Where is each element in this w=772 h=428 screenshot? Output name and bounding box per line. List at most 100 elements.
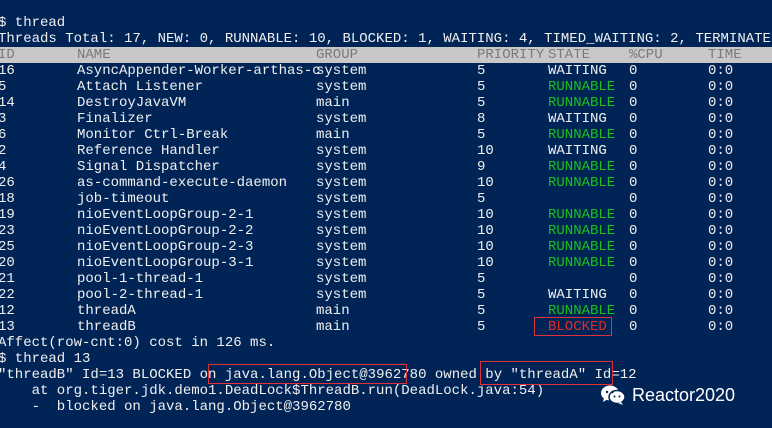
table-row: 4 Signal Dispatcher system 9 RUNNABLE 0 0:0 [0, 159, 772, 175]
row-group: system [316, 63, 367, 79]
row-cpu: 0 [629, 111, 638, 127]
row-time: 0:0 [708, 207, 734, 223]
row-state: WAITING [548, 111, 607, 127]
row-id: 19 [0, 207, 15, 223]
row-priority: 5 [477, 63, 486, 79]
row-cpu: 0 [629, 95, 638, 111]
detail-prefix: "threadB" Id=13 BLOCKED on [0, 367, 225, 383]
row-priority: 10 [477, 223, 494, 239]
row-group: main [316, 303, 350, 319]
watermark: Reactor2020 [600, 384, 735, 406]
row-group: system [316, 191, 367, 207]
row-time: 0:0 [708, 303, 734, 319]
row-priority: 5 [477, 271, 486, 287]
row-cpu: 0 [629, 207, 638, 223]
row-state: RUNNABLE [548, 127, 616, 143]
row-group: system [316, 111, 367, 127]
row-state: RUNNABLE [548, 255, 616, 271]
blocked-on-line: - blocked on java.lang.Object@3962780 [0, 399, 351, 415]
threads-summary: Threads Total: 17, NEW: 0, RUNNABLE: 10,… [0, 31, 772, 47]
row-group: system [316, 159, 367, 175]
table-row: 20 nioEventLoopGroup-3-1 system 10 RUNNABLE 0… [0, 255, 772, 271]
row-state: RUNNABLE [548, 223, 616, 239]
row-time: 0:0 [708, 79, 734, 95]
row-group: system [316, 287, 367, 303]
row-id: 26 [0, 175, 15, 191]
table-row: 2 Reference Handler system 10 WAITING 0 0:0 [0, 143, 772, 159]
row-name: Attach Listener [77, 79, 204, 95]
row-group: system [316, 207, 367, 223]
row-priority: 5 [477, 95, 486, 111]
row-id: 2 [0, 143, 7, 159]
row-time: 0:0 [708, 319, 734, 335]
row-cpu: 0 [629, 271, 638, 287]
row-group: system [316, 271, 367, 287]
row-name: Finalizer [77, 111, 153, 127]
row-name: pool-1-thread-1 [77, 271, 204, 287]
row-id: 21 [0, 271, 15, 287]
row-group: main [316, 127, 350, 143]
row-priority: 5 [477, 127, 486, 143]
row-priority: 5 [477, 303, 486, 319]
row-time: 0:0 [708, 159, 734, 175]
row-id: 18 [0, 191, 15, 207]
row-time: 0:0 [708, 95, 734, 111]
row-name: job-timeout [77, 191, 170, 207]
command-line-thread: $ thread [0, 15, 66, 31]
table-row: 22 pool-2-thread-1 system 5 WAITING 0 0:0 [0, 287, 772, 303]
row-cpu: 0 [629, 143, 638, 159]
table-row: 25 nioEventLoopGroup-2-3 system 10 RUNNABLE 0… [0, 239, 772, 255]
row-name: DestroyJavaVM [77, 95, 187, 111]
blocked-highlight-box [534, 317, 612, 336]
row-state: RUNNABLE [548, 207, 616, 223]
row-state: RUNNABLE [548, 175, 616, 191]
row-state: RUNNABLE [548, 239, 616, 255]
header-state: STATE [548, 47, 591, 63]
row-priority: 10 [477, 207, 494, 223]
row-priority: 8 [477, 111, 486, 127]
row-name: nioEventLoopGroup-2-1 [77, 207, 254, 223]
row-time: 0:0 [708, 271, 734, 287]
row-name: nioEventLoopGroup-2-3 [77, 239, 254, 255]
row-cpu: 0 [629, 223, 638, 239]
table-row: 13 threadB main 5 BLOCKED 0 0:0 [0, 319, 772, 335]
row-name: AsyncAppender-Worker-arthas-c [77, 63, 321, 79]
row-id: 13 [0, 319, 15, 335]
terminal-window[interactable]: $ thread Threads Total: 17, NEW: 0, RUNN… [0, 0, 772, 428]
row-priority: 5 [477, 79, 486, 95]
row-state: WAITING [548, 287, 607, 303]
row-id: 16 [0, 63, 15, 79]
row-name: nioEventLoopGroup-2-2 [77, 223, 254, 239]
row-name: nioEventLoopGroup-3-1 [77, 255, 254, 271]
row-cpu: 0 [629, 175, 638, 191]
row-time: 0:0 [708, 191, 734, 207]
row-time: 0:0 [708, 143, 734, 159]
row-cpu: 0 [629, 191, 638, 207]
header-id: ID [0, 47, 15, 63]
row-priority: 10 [477, 143, 494, 159]
row-state: WAITING [548, 143, 607, 159]
row-time: 0:0 [708, 287, 734, 303]
row-priority: 5 [477, 287, 486, 303]
row-name: as-command-execute-daemon [77, 175, 288, 191]
row-id: 23 [0, 223, 15, 239]
row-name: Signal Dispatcher [77, 159, 220, 175]
row-priority: 9 [477, 159, 486, 175]
row-group: system [316, 239, 367, 255]
row-time: 0:0 [708, 63, 734, 79]
row-name: pool-2-thread-1 [77, 287, 204, 303]
row-cpu: 0 [629, 63, 638, 79]
row-cpu: 0 [629, 319, 638, 335]
wechat-icon [600, 384, 626, 406]
table-row: 26 as-command-execute-daemon system 10 RUNNA… [0, 175, 772, 191]
table-row: 12 threadA main 5 RUNNABLE 0 0:0 [0, 303, 772, 319]
row-cpu: 0 [629, 127, 638, 143]
header-name: NAME [77, 47, 111, 63]
row-group: system [316, 143, 367, 159]
row-name: threadB [77, 319, 136, 335]
row-cpu: 0 [629, 239, 638, 255]
row-priority: 5 [477, 319, 486, 335]
row-time: 0:0 [708, 127, 734, 143]
row-time: 0:0 [708, 239, 734, 255]
table-row: 16 AsyncAppender-Worker-arthas-c system 5 WA… [0, 63, 772, 79]
